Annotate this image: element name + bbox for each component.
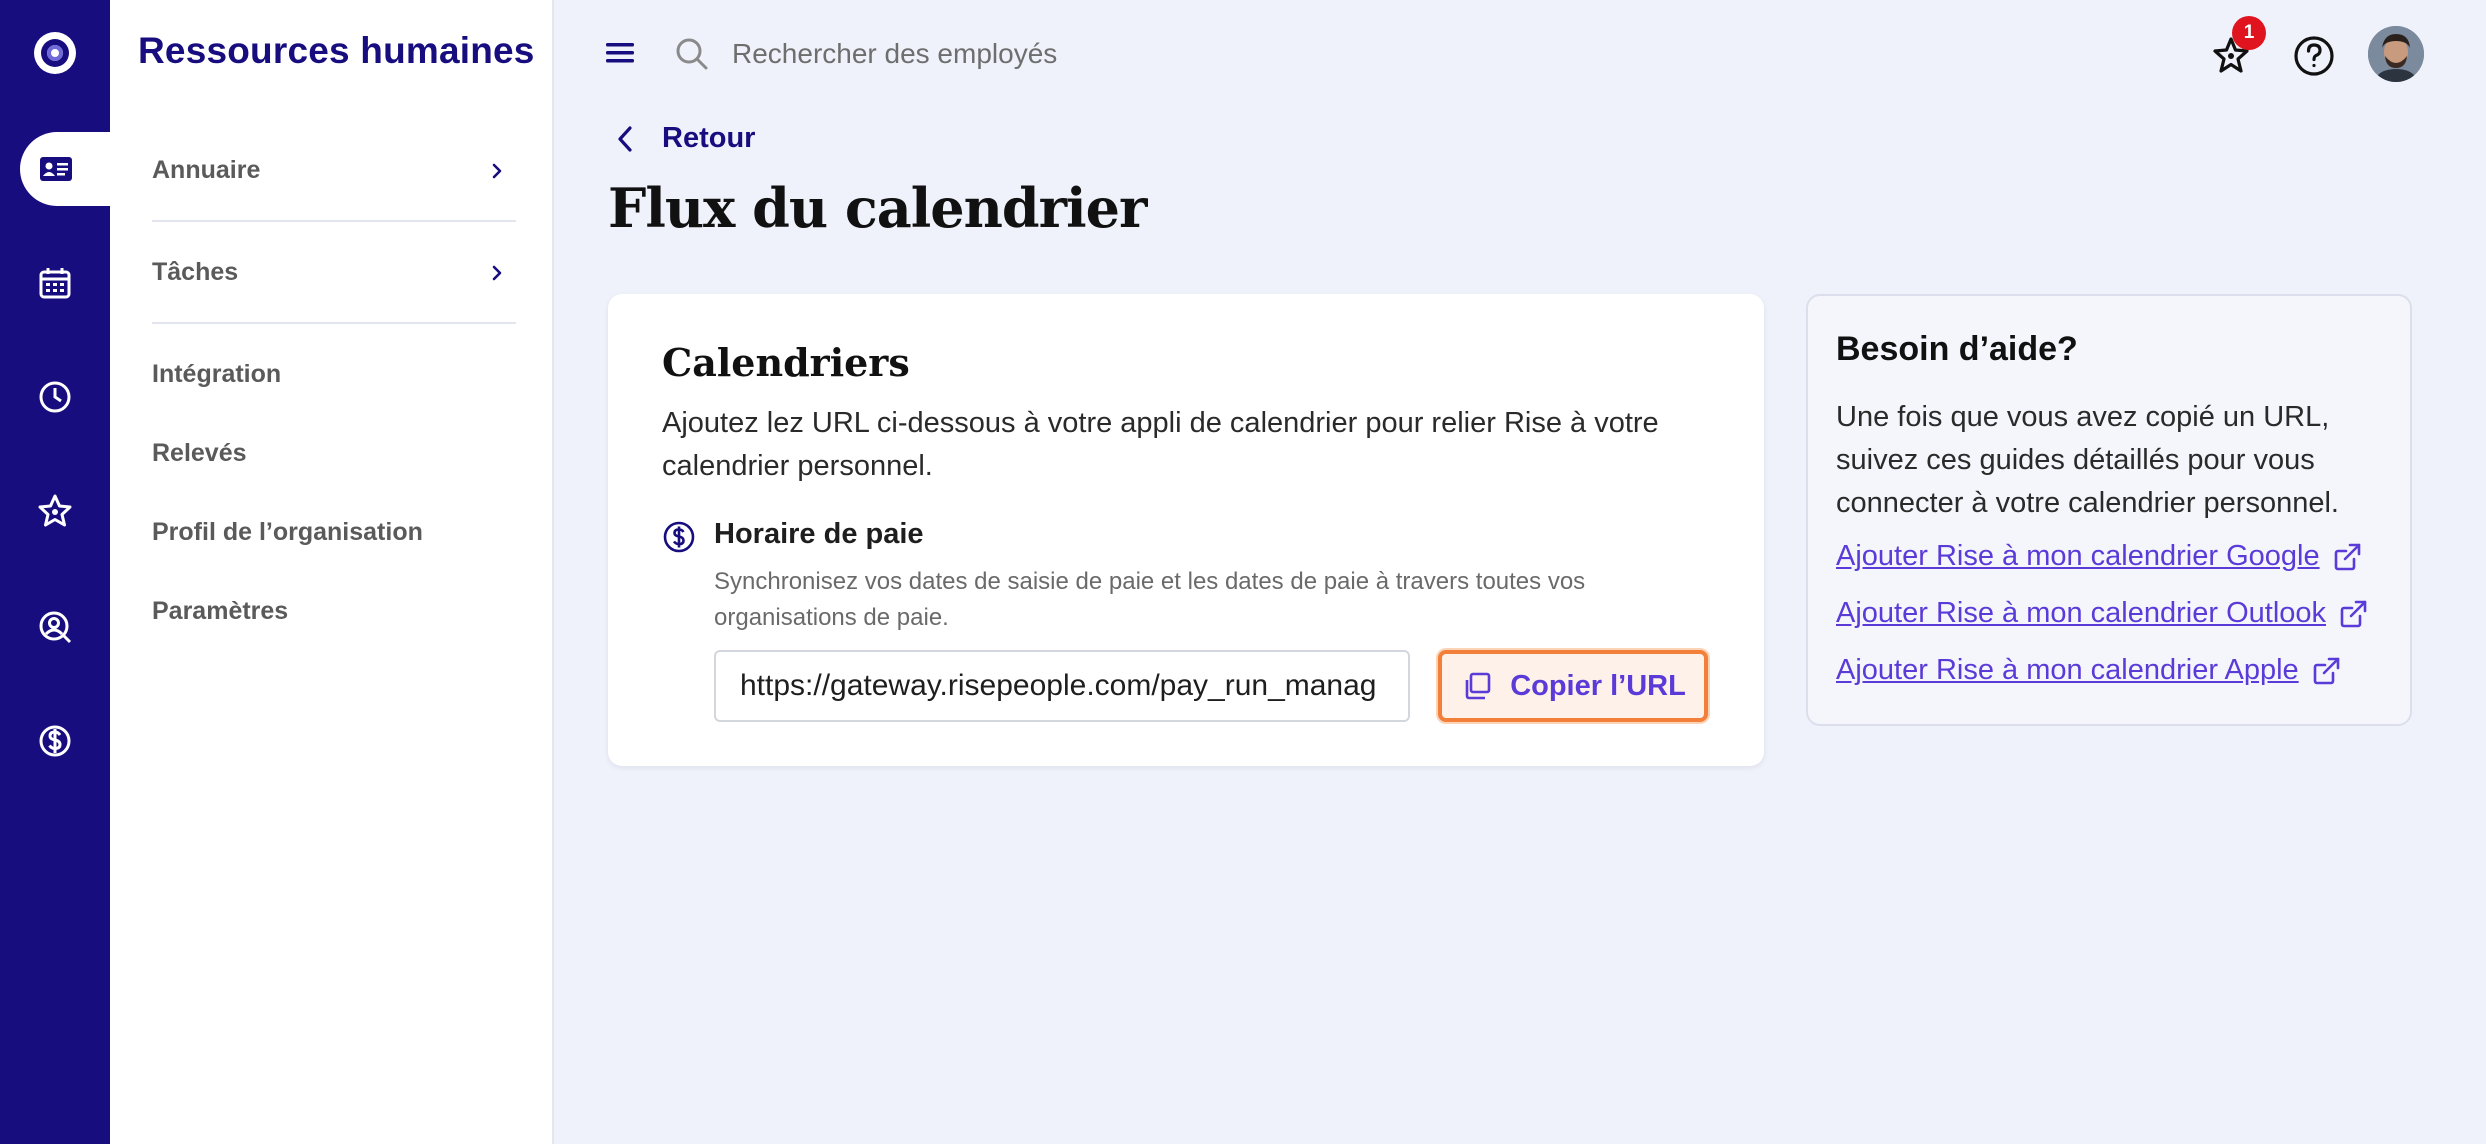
apple-calendar-guide-link[interactable]: Ajouter Rise à mon calendrier Apple [1836,654,2341,687]
avatar-image [2368,26,2424,82]
pay-schedule-title: Horaire de paie [714,518,924,550]
notification-badge: 1 [2232,16,2266,50]
copy-url-label: Copier l’URL [1510,669,1686,702]
calendars-card: Calendriers Ajoutez lez URL ci-dessous à… [608,294,1764,766]
sidebar-item-label: Annuaire [152,156,261,184]
page-title: Flux du calendrier [608,176,1147,240]
help-link-label: Ajouter Rise à mon calendrier Outlook [1836,597,2327,629]
star-icon [38,494,72,527]
sidebar-divider [152,322,516,324]
external-link-icon [2334,543,2360,570]
sidebar-divider [152,220,516,222]
employee-search-input[interactable] [732,28,1432,80]
google-calendar-guide-link[interactable]: Ajouter Rise à mon calendrier Google [1836,540,2362,573]
sidebar-item-releves[interactable]: Relevés [152,439,516,468]
rail-item-human-resources[interactable] [20,132,110,206]
help-link-label: Ajouter Rise à mon calendrier Google [1836,540,2320,572]
rise-logo-icon[interactable] [34,32,76,74]
rail-item-recruiting[interactable] [0,590,110,664]
sidebar-item-annuaire[interactable]: Annuaire [152,156,516,185]
rail-item-time[interactable] [0,360,110,434]
sidebar-item-label: Profil de l’organisation [152,518,423,546]
sidebar-item-organization-profile[interactable]: Profil de l’organisation [152,518,516,547]
chevron-left-icon [618,125,632,152]
clock-icon [39,381,71,413]
contact-card-icon [40,157,72,181]
calendar-url-field[interactable] [714,650,1410,722]
back-label: Retour [662,122,756,154]
sidebar-item-integration[interactable]: Intégration [152,360,516,389]
sidebar-item-label: Paramètres [152,597,289,625]
hamburger-menu-icon[interactable] [602,38,638,68]
chevron-right-icon [492,265,502,280]
calendar-icon [39,268,71,299]
back-link[interactable]: Retour [610,122,755,155]
copy-icon [1465,672,1491,700]
user-avatar[interactable] [2368,26,2424,82]
rail-item-performance[interactable] [0,474,110,548]
help-title: Besoin d’aide? [1836,330,2078,368]
rail-item-payroll[interactable] [0,704,110,778]
help-link-label: Ajouter Rise à mon calendrier Apple [1836,654,2299,686]
hr-sidebar: Ressources humaines Annuaire Tâches Inté… [110,0,554,1144]
sidebar-item-taches[interactable]: Tâches [152,258,516,287]
sidebar-item-label: Tâches [152,258,239,286]
sidebar-item-label: Intégration [152,360,282,388]
search-icon [676,38,708,70]
external-link-icon [2313,657,2339,684]
pay-schedule-description: Synchronisez vos dates de saisie de paie… [714,568,1586,631]
dollar-circle-icon [39,725,71,757]
rail-item-calendar[interactable] [0,246,110,320]
sidebar-item-label: Relevés [152,439,247,467]
outlook-calendar-guide-link[interactable]: Ajouter Rise à mon calendrier Outlook [1836,597,2368,630]
calendars-description: Ajoutez lez URL ci-dessous à votre appli… [662,407,1659,482]
chevron-right-icon [492,163,502,178]
help-text: Une fois que vous avez copié un URL, sui… [1836,401,2339,519]
icon-rail [0,0,110,1144]
help-card: Besoin d’aide? Une fois que vous avez co… [1806,294,2412,726]
help-icon[interactable] [2292,34,2336,78]
external-link-icon [2340,600,2367,627]
sidebar-item-settings[interactable]: Paramètres [152,597,516,626]
copy-url-button[interactable]: Copier l’URL [1438,650,1708,722]
calendars-title: Calendriers [662,340,910,385]
person-search-icon [39,611,72,644]
sidebar-title: Ressources humaines [138,30,535,71]
dollar-circle-icon [663,521,695,553]
